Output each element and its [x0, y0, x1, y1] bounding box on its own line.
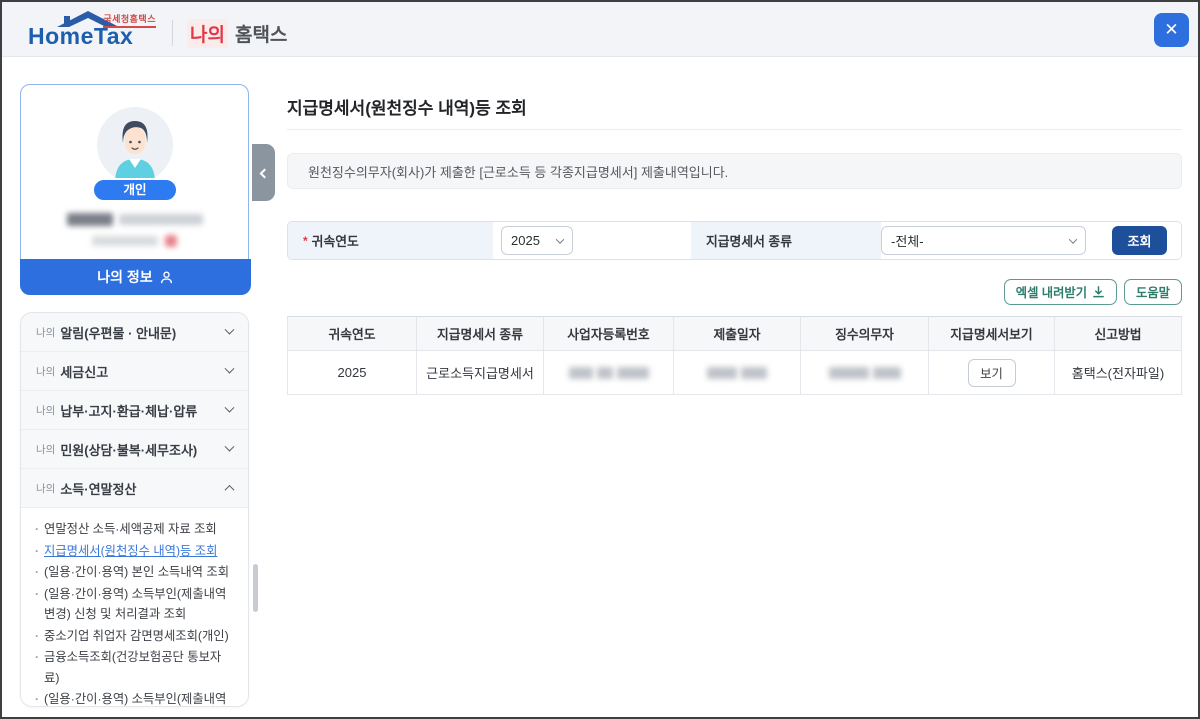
- sidebar-menu: 나의 알림(우편물 · 안내문) 나의 세금신고 나의 납부·고지·환급·체납·…: [20, 312, 249, 707]
- sidebar-scrollbar[interactable]: [253, 564, 258, 612]
- avatar: [97, 107, 173, 183]
- logo-divider: [172, 20, 173, 46]
- page-title: 지급명세서(원천징수 내역)등 조회: [287, 94, 527, 119]
- header-bar: 국세청홈택스 HomeTax 나의 홈택스 ✕: [2, 2, 1198, 57]
- redacted-user-name: [21, 213, 248, 226]
- brand-red-text: 나의: [187, 19, 228, 48]
- excel-download-button[interactable]: 엑셀 내려받기: [1004, 279, 1117, 305]
- chevron-left-icon: [260, 169, 270, 179]
- sidebar-item-payment[interactable]: 나의 납부·고지·환급·체납·압류: [21, 391, 248, 430]
- chevron-up-icon: [225, 484, 235, 494]
- chevron-down-icon: [556, 235, 564, 243]
- search-filter-bar: * 귀속연도 2025 지급명세서 종류 -전체- 조회: [287, 221, 1182, 260]
- chevron-down-icon: [225, 324, 235, 334]
- sidebar-item-income-yearend[interactable]: 나의 소득·연말정산: [21, 469, 248, 508]
- table-header-row: 귀속연도 지급명세서 종류 사업자등록번호 제출일자 징수의무자 지급명세서보기…: [287, 317, 1182, 351]
- col-header-business-no: 사업자등록번호: [544, 317, 674, 350]
- help-button[interactable]: 도움말: [1124, 279, 1182, 305]
- sidebar-item-alerts[interactable]: 나의 알림(우편물 · 안내문): [21, 313, 248, 352]
- sidebar-item-civil-affairs[interactable]: 나의 민원(상담·불복·세무조사): [21, 430, 248, 469]
- view-statement-button[interactable]: 보기: [968, 359, 1016, 387]
- col-header-type: 지급명세서 종류: [417, 317, 544, 350]
- chevron-down-icon: [225, 402, 235, 412]
- cell-withholder-redacted: [801, 351, 929, 394]
- chevron-down-icon: [225, 363, 235, 373]
- col-header-year: 귀속연도: [287, 317, 417, 350]
- type-filter-label: 지급명세서 종류: [691, 222, 881, 259]
- required-mark: *: [303, 234, 308, 248]
- download-icon: [1092, 286, 1105, 299]
- year-filter-label: * 귀속연도: [288, 222, 493, 259]
- submenu-income-denial-request[interactable]: (일용·간이·용역) 소득부인(제출내역 변경) 신청 및 처리결과 조회: [34, 584, 235, 625]
- user-type-badge: 개인: [92, 178, 178, 202]
- my-info-button[interactable]: 나의 정보: [20, 259, 251, 295]
- sidebar-item-tax-filing[interactable]: 나의 세금신고: [21, 352, 248, 391]
- table-actions: 엑셀 내려받기 도움말: [287, 279, 1182, 305]
- cell-method: 홈택스(전자파일): [1055, 351, 1182, 394]
- hometax-popup-window: 국세청홈택스 HomeTax 나의 홈택스 ✕ 개인: [0, 0, 1200, 719]
- info-notice: 원천징수의무자(회사)가 제출한 [근로소득 등 각종지급명세서] 제출내역입니…: [287, 153, 1182, 189]
- profile-card: 개인 나의 정보: [20, 84, 249, 295]
- table-row: 2025 근로소득지급명세서 보기 홈택스(전자파일): [287, 351, 1182, 395]
- close-icon: ✕: [1164, 20, 1178, 39]
- col-header-withholder: 징수의무자: [801, 317, 929, 350]
- chevron-down-icon: [1069, 235, 1077, 243]
- submenu-payment-statement[interactable]: 지급명세서(원천징수 내역)등 조회: [34, 541, 235, 562]
- submenu-sme-reduction[interactable]: 중소기업 취업자 감면명세조회(개인): [34, 626, 235, 647]
- submenu-financial-income[interactable]: 금융소득조회(건강보험공단 통보자료): [34, 647, 235, 688]
- submenu-own-income[interactable]: (일용·간이·용역) 본인 소득내역 조회: [34, 562, 235, 583]
- sidebar-collapse-button[interactable]: [252, 144, 275, 201]
- col-header-view: 지급명세서보기: [929, 317, 1055, 350]
- my-info-label: 나의 정보: [97, 267, 152, 287]
- redacted-user-detail: [21, 235, 248, 247]
- title-divider: [287, 129, 1182, 130]
- col-header-submit-date: 제출일자: [674, 317, 801, 350]
- submenu-income-denial-cancel[interactable]: (일용·간이·용역) 소득부인(제출내역 변경) 신청 취하: [34, 689, 235, 707]
- cell-submit-date-redacted: [674, 351, 801, 394]
- logo-brand-text: HomeTax: [28, 23, 133, 50]
- cell-year: 2025: [287, 351, 417, 394]
- submenu-yearend-data[interactable]: 연말정산 소득·세액공제 자료 조회: [34, 519, 235, 540]
- hometax-logo[interactable]: 국세청홈택스 HomeTax 나의 홈택스: [28, 10, 287, 50]
- income-yearend-submenu: 연말정산 소득·세액공제 자료 조회 지급명세서(원천징수 내역)등 조회 (일…: [21, 508, 248, 707]
- person-icon: [159, 270, 174, 285]
- col-header-method: 신고방법: [1055, 317, 1182, 350]
- search-button[interactable]: 조회: [1112, 226, 1167, 255]
- close-button[interactable]: ✕: [1154, 13, 1189, 47]
- my-hometax-title: 나의 홈택스: [187, 19, 287, 50]
- brand-rest-text: 홈택스: [235, 20, 287, 48]
- year-select[interactable]: 2025: [501, 226, 573, 255]
- cell-type: 근로소득지급명세서: [417, 351, 544, 394]
- statements-table: 귀속연도 지급명세서 종류 사업자등록번호 제출일자 징수의무자 지급명세서보기…: [287, 316, 1182, 395]
- statement-type-select[interactable]: -전체-: [881, 226, 1086, 255]
- chevron-down-icon: [225, 441, 235, 451]
- cell-business-no-redacted: [544, 351, 674, 394]
